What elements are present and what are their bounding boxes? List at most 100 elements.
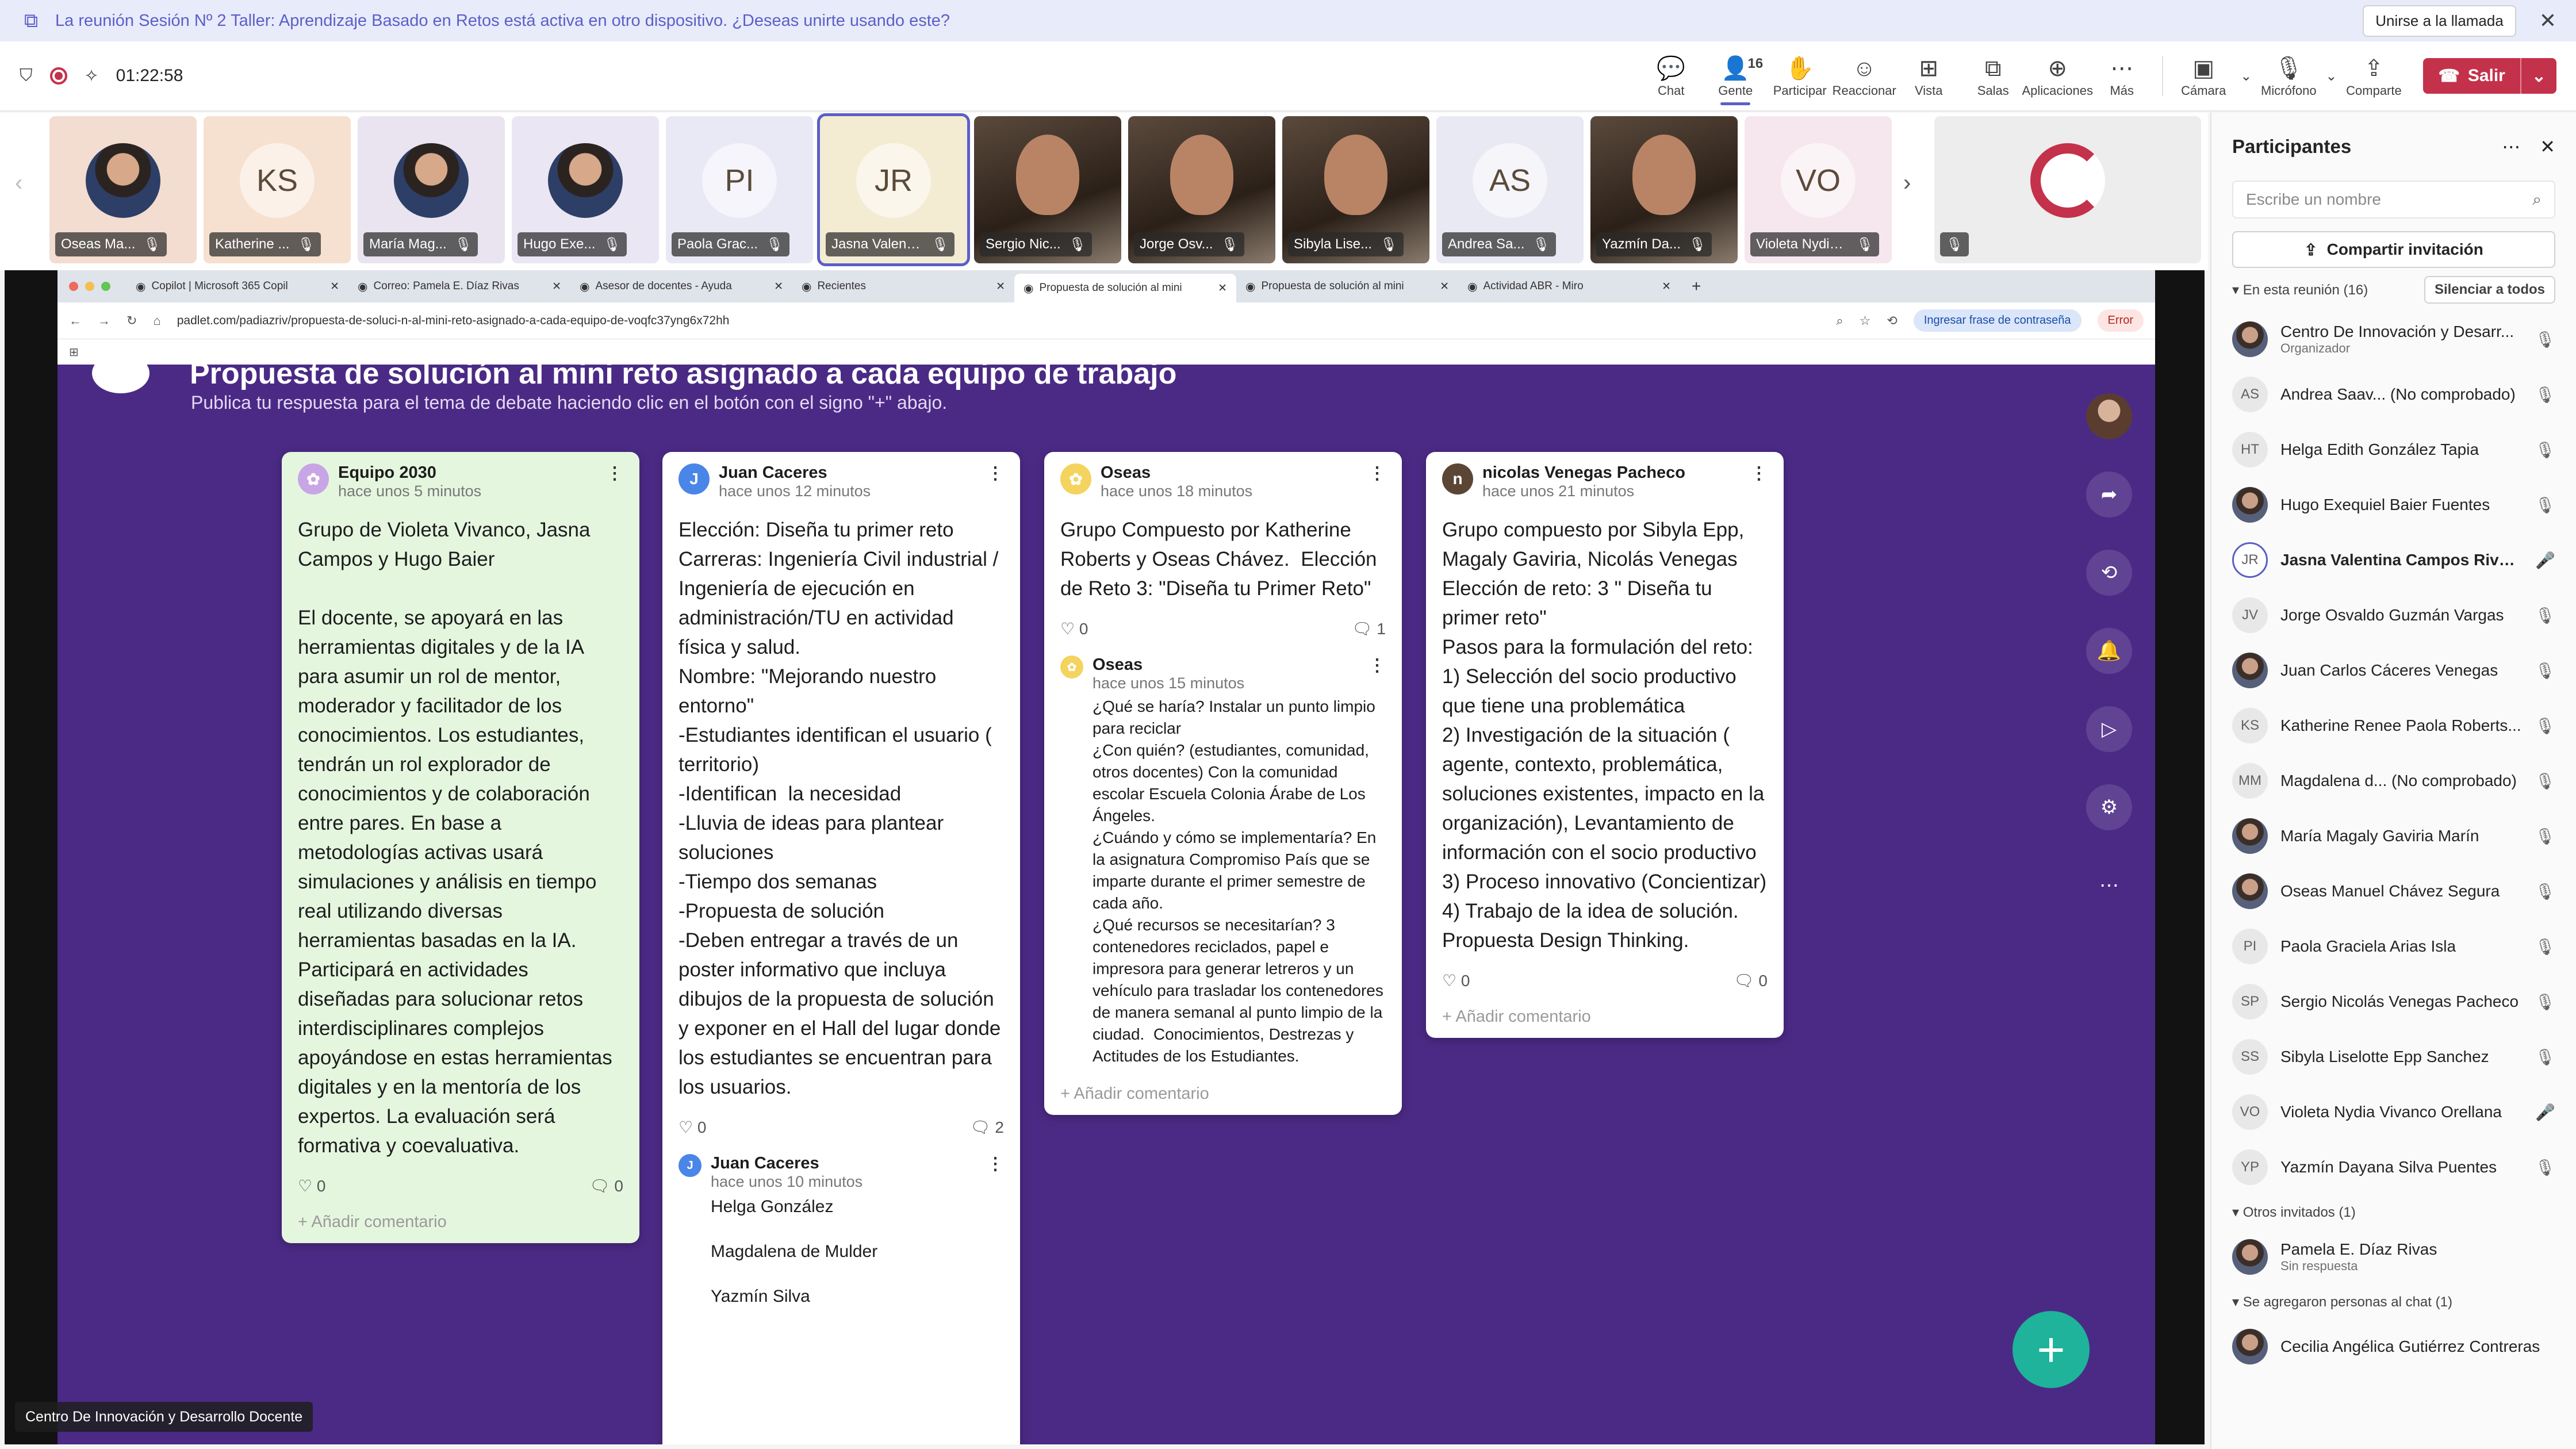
like-button[interactable]: ♡ 0 xyxy=(1060,619,1088,638)
mic-options-chevron-icon[interactable]: ⌄ xyxy=(2325,68,2337,85)
add-post-button[interactable]: + xyxy=(2012,1311,2090,1388)
participant-tile[interactable]: Sibyla Lise... 🎙 xyxy=(1282,116,1429,263)
in-meeting-section-header[interactable]: ▾ En esta reunión (16) Silenciar a todos xyxy=(2232,268,2555,312)
mute-all-button[interactable]: Silenciar a todos xyxy=(2424,276,2555,304)
error-button[interactable]: Error xyxy=(2097,309,2144,332)
reload-icon[interactable]: ↻ xyxy=(126,313,137,328)
participant-tile[interactable]: PI Paola Grac... 🎙 xyxy=(666,116,813,263)
browser-tab[interactable]: ◉ Asesor de docentes - Ayuda ✕ xyxy=(570,273,792,300)
comment-menu-icon[interactable]: ⋮ xyxy=(987,1154,1004,1174)
like-button[interactable]: ♡ 0 xyxy=(678,1118,706,1137)
invited-section-header[interactable]: ▾ Otros invitados (1) xyxy=(2232,1195,2555,1229)
participant-search-input[interactable]: Escribe un nombre ⌕ xyxy=(2232,181,2555,218)
participant-row[interactable]: SS Sibyla Liselotte Epp Sanchez 🎙 xyxy=(2232,1029,2555,1084)
participant-row[interactable]: PI Paola Graciela Arias Isla 🎙 xyxy=(2232,919,2555,974)
history-icon[interactable]: ⟲ xyxy=(1887,313,1897,328)
chat-button[interactable]: 💬 Chat xyxy=(1639,44,1703,108)
leave-button[interactable]: ☎ Salir ⌄ xyxy=(2423,58,2556,94)
participant-row[interactable]: MM Magdalena d... (No comprobado) 🎙 xyxy=(2232,753,2555,808)
add-comment-button[interactable]: + Añadir comentario xyxy=(298,1213,623,1232)
strip-next-icon[interactable]: › xyxy=(1903,170,1911,196)
like-button[interactable]: ♡ 0 xyxy=(298,1176,325,1195)
participant-row[interactable]: Cecilia Angélica Gutiérrez Contreras xyxy=(2232,1319,2555,1374)
strip-prev-icon[interactable]: ‹ xyxy=(15,170,22,196)
participant-tile[interactable]: María Mag... 🎙 xyxy=(358,116,505,263)
raise-hand-button[interactable]: ✋ Participar xyxy=(1768,44,1832,108)
more-icon[interactable]: ⋯ xyxy=(2502,136,2520,158)
user-avatar[interactable] xyxy=(2086,393,2132,439)
post-menu-icon[interactable]: ⋮ xyxy=(1368,463,1386,484)
comment-count-button[interactable]: 🗨 0 xyxy=(589,1176,623,1195)
comment-count-button[interactable]: 🗨 1 xyxy=(1352,619,1386,638)
participant-row[interactable]: Pamela E. Díaz Rivas Sin respuesta xyxy=(2232,1229,2555,1285)
people-button[interactable]: 👤 16 Gente xyxy=(1703,44,1768,108)
participant-row[interactable]: AS Andrea Saav... (No comprobado) 🎙 xyxy=(2232,367,2555,422)
participant-tile[interactable]: Yazmín Da... 🎙 xyxy=(1590,116,1738,263)
participant-row[interactable]: Juan Carlos Cáceres Venegas 🎙 xyxy=(2232,643,2555,698)
new-tab-icon[interactable]: + xyxy=(1692,277,1701,296)
rooms-button[interactable]: ⧉ Salas xyxy=(1961,44,2025,108)
organizer-tile[interactable]: 🎙 xyxy=(1934,116,2201,263)
comment-menu-icon[interactable]: ⋮ xyxy=(1368,656,1386,676)
zoom-icon[interactable]: ⌕ xyxy=(1836,313,1843,328)
back-icon[interactable]: ← xyxy=(69,313,82,328)
post-card[interactable]: ✿ Oseas hace unos 18 minutos ⋮ Grupo Comp… xyxy=(1044,452,1402,1115)
comment-count-button[interactable]: 🗨 0 xyxy=(1734,971,1768,990)
shield-icon[interactable]: ⛉ xyxy=(20,66,33,86)
participant-tile[interactable]: KS Katherine ... 🎙 xyxy=(204,116,351,263)
post-card[interactable]: J Juan Caceres hace unos 12 minutos ⋮ Ele… xyxy=(662,452,1020,1444)
share-arrow-icon[interactable]: ➦ xyxy=(2086,471,2132,518)
remake-icon[interactable]: ⟲ xyxy=(2086,550,2132,596)
comment-count-button[interactable]: 🗨 2 xyxy=(970,1118,1004,1137)
close-window-icon[interactable] xyxy=(69,282,78,291)
close-tab-icon[interactable]: ✕ xyxy=(996,280,1005,293)
post-card[interactable]: n nicolas Venegas Pacheco hace unos 21 mi… xyxy=(1426,452,1784,1038)
home-icon[interactable]: ⌂ xyxy=(153,313,160,328)
join-call-button[interactable]: Unirse a la llamada xyxy=(2363,5,2516,37)
participant-row[interactable]: Hugo Exequiel Baier Fuentes 🎙 xyxy=(2232,477,2555,532)
url-field[interactable]: padlet.com/padiazriv/propuesta-de-soluci… xyxy=(177,314,1820,328)
browser-tab[interactable]: ◉ Correo: Pamela E. Díaz Rivas ✕ xyxy=(348,273,570,300)
close-tab-icon[interactable]: ✕ xyxy=(1218,282,1227,295)
participant-row[interactable]: VO Violeta Nydia Vivanco Orellana 🎤 xyxy=(2232,1084,2555,1140)
participant-tile[interactable]: Jorge Osv... 🎙 xyxy=(1128,116,1275,263)
mic-button[interactable]: 🎙 Micrófono xyxy=(2256,44,2321,108)
bookmark-star-icon[interactable]: ☆ xyxy=(1860,313,1871,328)
participant-row[interactable]: YP Yazmín Dayana Silva Puentes 🎙 xyxy=(2232,1140,2555,1195)
participant-tile[interactable]: Oseas Ma... 🎙 xyxy=(49,116,197,263)
close-tab-icon[interactable]: ✕ xyxy=(774,280,783,293)
browser-tab[interactable]: ◉ Copilot | Microsoft 365 Copil ✕ xyxy=(126,273,348,300)
settings-gear-icon[interactable]: ⚙ xyxy=(2086,784,2132,830)
participant-row[interactable]: JR Jasna Valentina Campos Rivera 🎤 xyxy=(2232,532,2555,588)
added-chat-section-header[interactable]: ▾ Se agregaron personas al chat (1) xyxy=(2232,1285,2555,1319)
apps-grid-icon[interactable]: ⊞ xyxy=(69,345,79,359)
browser-tab[interactable]: ◉ Recientes ✕ xyxy=(792,273,1014,300)
more-options-icon[interactable]: ⋯ xyxy=(2086,862,2132,908)
browser-tab[interactable]: ◉ Propuesta de solución al mini ✕ xyxy=(1014,274,1236,302)
browser-tab[interactable]: ◉ Actividad ABR - Miro ✕ xyxy=(1458,273,1680,300)
view-button[interactable]: ⊞ Vista xyxy=(1896,44,1961,108)
post-card[interactable]: ✿ Equipo 2030 hace unos 5 minutos ⋮ Grupo… xyxy=(282,452,639,1243)
close-icon[interactable]: ✕ xyxy=(2540,136,2555,158)
maximize-window-icon[interactable] xyxy=(101,282,110,291)
add-comment-button[interactable]: + Añadir comentario xyxy=(1442,1007,1768,1026)
share-button[interactable]: ⇪ Comparte xyxy=(2341,44,2406,108)
participant-tile[interactable]: Hugo Exe... 🎙 xyxy=(512,116,659,263)
react-button[interactable]: ☺ Reaccionar xyxy=(1832,44,1896,108)
notification-bell-icon[interactable]: 🔔 xyxy=(2086,628,2132,674)
participant-row[interactable]: KS Katherine Renee Paola Roberts... 🎙 xyxy=(2232,698,2555,753)
more-button[interactable]: ⋯ Más xyxy=(2090,44,2154,108)
participant-tile[interactable]: AS Andrea Sa... 🎙 xyxy=(1436,116,1584,263)
passphrase-button[interactable]: Ingresar frase de contraseña xyxy=(1913,309,2082,332)
participant-tile[interactable]: JR Jasna Valentin... 🎙 xyxy=(817,113,970,266)
close-tab-icon[interactable]: ✕ xyxy=(1440,280,1449,293)
add-comment-button[interactable]: + Añadir comentario xyxy=(1060,1084,1386,1103)
camera-button[interactable]: ▣ Cámara xyxy=(2171,44,2236,108)
participant-row[interactable]: JV Jorge Osvaldo Guzmán Vargas 🎙 xyxy=(2232,588,2555,643)
browser-tab[interactable]: ◉ Propuesta de solución al mini ✕ xyxy=(1236,273,1458,300)
camera-options-chevron-icon[interactable]: ⌄ xyxy=(2240,68,2252,85)
post-menu-icon[interactable]: ⋮ xyxy=(606,463,623,484)
effects-icon[interactable]: ✧ xyxy=(85,66,99,86)
participant-row[interactable]: Centro De Innovación y Desarr... Organiza… xyxy=(2232,312,2555,367)
close-tab-icon[interactable]: ✕ xyxy=(330,280,339,293)
